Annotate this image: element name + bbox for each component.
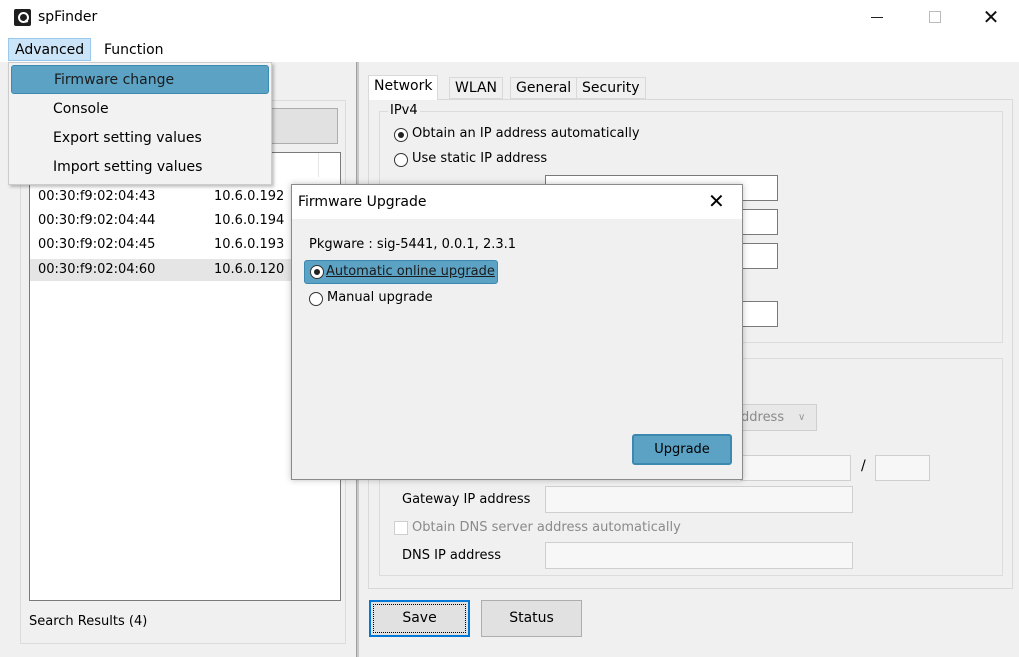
tab-general[interactable]: General: [510, 77, 578, 99]
maximize-icon: [929, 11, 941, 23]
chevron-down-icon: ∨: [798, 412, 806, 423]
tab-security[interactable]: Security: [576, 77, 646, 99]
manual-upgrade-label: Manual upgrade: [327, 290, 433, 305]
save-button-focus-rect: [373, 604, 466, 633]
auto-upgrade-option[interactable]: Automatic online upgrade: [304, 260, 498, 284]
tab-wlan[interactable]: WLAN: [449, 77, 504, 99]
auto-upgrade-label: Automatic online upgrade: [326, 264, 495, 279]
dialog-title: Firmware Upgrade: [298, 194, 427, 210]
title-bar: spFinder ✕: [0, 0, 1019, 38]
ipv4-group-title: IPv4: [388, 103, 420, 118]
menu-item-export-settings[interactable]: Export setting values: [11, 124, 269, 153]
device-ip: 10.6.0.193: [214, 237, 285, 252]
manual-upgrade-radio[interactable]: [309, 292, 323, 306]
list-item[interactable]: 00:30:f9:02:04:43 10.6.0.192: [30, 186, 310, 208]
status-button[interactable]: Status: [481, 600, 582, 637]
list-column-divider: [318, 153, 319, 177]
advanced-menu-dropdown: Firmware change Console Export setting v…: [8, 62, 272, 185]
minimize-icon: [871, 16, 883, 18]
device-mac: 00:30:f9:02:04:60: [38, 262, 156, 277]
list-item[interactable]: 00:30:f9:02:04:45 10.6.0.193: [30, 234, 310, 256]
static-ip-radio[interactable]: [394, 153, 408, 167]
device-mac: 00:30:f9:02:04:44: [38, 213, 156, 228]
ipv6-prefix-field[interactable]: [875, 455, 930, 481]
device-ip: 10.6.0.120: [214, 262, 285, 277]
menu-item-firmware-change[interactable]: Firmware change: [11, 65, 269, 94]
dns-ip-label: DNS IP address: [402, 548, 501, 563]
menu-bar: Advanced Function: [0, 38, 1019, 62]
dns-auto-label: Obtain DNS server address automatically: [412, 520, 681, 535]
tab-network[interactable]: Network: [368, 75, 439, 100]
menu-item-import-settings[interactable]: Import setting values: [11, 153, 269, 182]
device-mac: 00:30:f9:02:04:45: [38, 237, 156, 252]
maximize-button[interactable]: [912, 0, 958, 34]
prefix-separator: /: [861, 458, 866, 474]
minimize-button[interactable]: [854, 0, 900, 34]
search-results-count: Search Results (4): [29, 614, 148, 629]
ipv6-address-field[interactable]: [740, 455, 851, 481]
dns-ip-field[interactable]: [545, 542, 853, 569]
menu-function[interactable]: Function: [98, 38, 170, 62]
device-ip: 10.6.0.192: [214, 189, 285, 204]
dns-auto-checkbox[interactable]: [394, 521, 408, 535]
firmware-upgrade-dialog: Firmware Upgrade ✕ Pkgware : sig-5441, 0…: [291, 184, 743, 480]
auto-ip-label: Obtain an IP address automatically: [412, 126, 640, 141]
upgrade-button[interactable]: Upgrade: [632, 434, 732, 465]
app-search-icon: [14, 9, 31, 26]
list-item-selected[interactable]: 00:30:f9:02:04:60 10.6.0.120: [30, 259, 310, 281]
search-button[interactable]: [270, 108, 338, 144]
menu-advanced[interactable]: Advanced: [8, 38, 92, 61]
static-ip-label: Use static IP address: [412, 151, 548, 166]
close-window-button[interactable]: ✕: [968, 0, 1014, 34]
device-mac: 00:30:f9:02:04:43: [38, 189, 156, 204]
gateway-ip-label: Gateway IP address: [402, 492, 531, 507]
menu-item-console[interactable]: Console: [11, 95, 269, 124]
device-ip: 10.6.0.194: [214, 213, 285, 228]
pkgware-version: Pkgware : sig-5441, 0.0.1, 2.3.1: [309, 237, 517, 252]
list-item[interactable]: 00:30:f9:02:04:44 10.6.0.194: [30, 210, 310, 232]
auto-ip-radio[interactable]: [394, 128, 408, 142]
dialog-close-icon[interactable]: ✕: [708, 189, 725, 213]
gateway-ip-field[interactable]: [545, 486, 853, 513]
dialog-title-bar: Firmware Upgrade ✕: [292, 185, 742, 219]
window-title: spFinder: [38, 9, 98, 25]
auto-upgrade-radio[interactable]: [310, 265, 324, 279]
